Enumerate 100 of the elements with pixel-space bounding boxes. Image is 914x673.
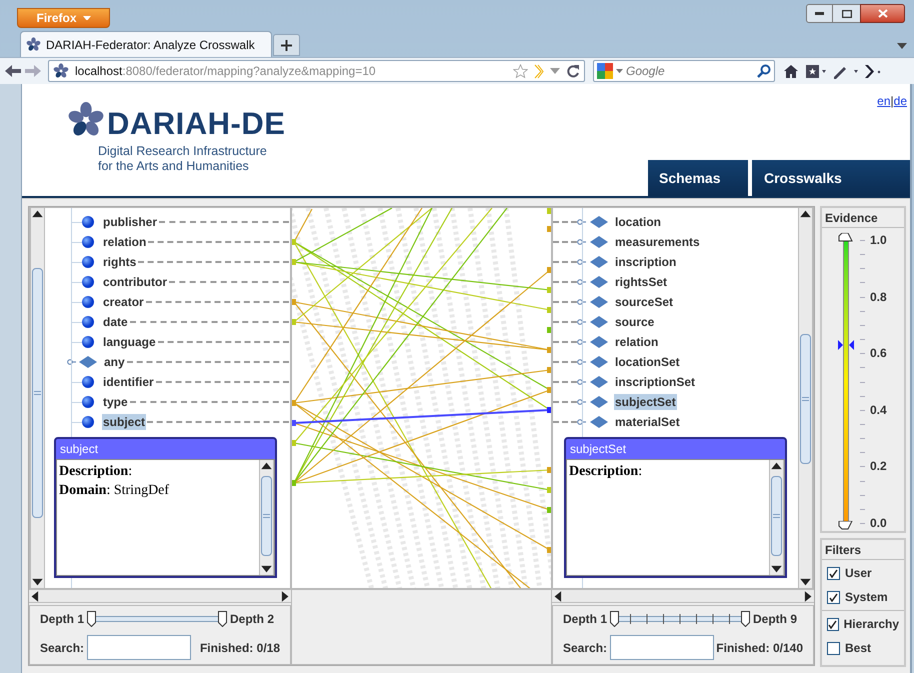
popup-title: subject xyxy=(59,441,100,458)
logo-wordmark: DARIAH-DE xyxy=(107,109,286,139)
tree-item[interactable]: rights xyxy=(102,254,138,270)
tree-item[interactable]: rightsSet xyxy=(614,274,668,290)
tree-item[interactable]: creator xyxy=(102,294,145,310)
search-field[interactable] xyxy=(87,635,192,660)
scrollbar-thumb[interactable] xyxy=(261,476,272,556)
language-separator: | xyxy=(890,93,894,110)
caret-icon xyxy=(82,16,90,20)
dot-icon xyxy=(82,416,94,428)
filter-label: System xyxy=(845,589,888,606)
reload-icon[interactable] xyxy=(566,64,580,78)
home-icon[interactable] xyxy=(783,64,799,78)
depth-slider[interactable] xyxy=(610,611,750,627)
scale-label: 0.2 xyxy=(870,459,887,474)
check-icon xyxy=(829,568,838,578)
evidence-slider[interactable] xyxy=(838,232,854,531)
tree-item[interactable]: sourceSet xyxy=(614,294,674,310)
maximize-button[interactable] xyxy=(833,4,860,23)
checkbox[interactable] xyxy=(827,642,840,654)
search-field[interactable] xyxy=(610,635,714,660)
vertical-scrollbar[interactable] xyxy=(30,208,45,588)
scale-label: 0.4 xyxy=(870,402,887,417)
vertical-scrollbar[interactable] xyxy=(798,208,813,588)
panel-title: Filters xyxy=(822,540,904,560)
browser-tab[interactable]: DARIAH-Federator: Analyze Crosswalk xyxy=(20,31,272,57)
tree-item[interactable]: locationSet xyxy=(614,354,681,370)
slider-thumb[interactable] xyxy=(838,233,853,242)
tree-item[interactable]: inscription xyxy=(614,254,678,270)
tree-item[interactable]: identifier xyxy=(102,374,155,390)
bookmarks-icon[interactable] xyxy=(805,64,827,78)
tree-item[interactable]: inscriptionSet xyxy=(614,374,696,390)
language-link[interactable]: de xyxy=(894,92,907,110)
slider-thumb[interactable] xyxy=(218,611,228,627)
panel-title: Evidence xyxy=(822,208,904,228)
horizontal-scrollbar[interactable] xyxy=(29,589,291,603)
tree-item[interactable]: date xyxy=(102,314,129,330)
connector-icon xyxy=(577,399,586,405)
scrollbar-thumb[interactable] xyxy=(32,268,43,518)
connector-icon xyxy=(577,219,586,225)
search-input[interactable]: Google xyxy=(626,62,754,80)
tree-item[interactable]: subjectSet xyxy=(614,394,677,410)
scrollbar-thumb[interactable] xyxy=(771,476,782,556)
filter-label: User xyxy=(845,565,872,582)
tree-item[interactable]: contributor xyxy=(102,274,168,290)
logo-tagline: Digital Research Infrastructure xyxy=(98,144,268,159)
scrollbar-thumb[interactable] xyxy=(800,334,811,464)
dot-icon xyxy=(82,296,94,308)
checkbox[interactable] xyxy=(827,566,840,580)
tree-item[interactable]: any xyxy=(103,354,126,370)
diamond-icon xyxy=(590,416,608,428)
filter-label: Best xyxy=(845,640,872,657)
tab-list-caret-icon xyxy=(897,43,907,49)
chevron-icon[interactable] xyxy=(863,64,881,78)
vertical-scrollbar[interactable] xyxy=(769,460,784,575)
search-bar[interactable]: Google xyxy=(593,60,775,82)
slider-thumb[interactable] xyxy=(610,611,620,627)
search-icon[interactable] xyxy=(757,64,771,78)
checkbox[interactable] xyxy=(827,590,840,604)
tree-item[interactable]: materialSet xyxy=(614,414,681,430)
dot-icon xyxy=(82,216,94,228)
close-button[interactable] xyxy=(860,4,905,23)
nav-link[interactable]: Schemas xyxy=(648,160,748,196)
tree-item[interactable]: location xyxy=(614,214,662,230)
favicon-icon xyxy=(26,37,41,52)
tree-item[interactable]: measurements xyxy=(614,234,701,250)
tree-item[interactable]: publisher xyxy=(102,214,158,230)
diamond-icon xyxy=(590,236,608,248)
connector-icon xyxy=(67,359,76,365)
popup-text: Domain: StringDef xyxy=(59,482,170,500)
dot-icon xyxy=(82,376,94,388)
tree-item[interactable]: relation xyxy=(102,234,148,250)
tree-item[interactable]: source xyxy=(614,314,656,330)
minimize-button[interactable] xyxy=(806,4,833,23)
plus-icon xyxy=(281,40,292,50)
tree-item[interactable]: subject xyxy=(102,414,146,430)
star-icon[interactable] xyxy=(513,64,528,78)
diamond-icon xyxy=(590,336,608,348)
back-icon[interactable] xyxy=(4,63,22,79)
checkbox[interactable] xyxy=(827,618,839,630)
diamond-icon xyxy=(590,376,608,388)
tree-item[interactable]: language xyxy=(102,334,157,350)
new-tab-button[interactable] xyxy=(273,34,300,56)
tree-item[interactable]: relation xyxy=(614,334,660,350)
horizontal-scrollbar[interactable] xyxy=(552,589,814,603)
slider-thumb[interactable] xyxy=(838,521,853,530)
diamond-icon xyxy=(590,216,608,228)
tree-item[interactable]: type xyxy=(102,394,129,410)
connector-icon xyxy=(577,239,586,245)
slider-thumb[interactable] xyxy=(87,611,96,627)
vertical-scrollbar[interactable] xyxy=(259,460,274,575)
language-link[interactable]: en xyxy=(877,92,891,110)
popup-title: subjectSet xyxy=(569,441,628,458)
depth-slider[interactable] xyxy=(87,611,228,627)
diamond-icon xyxy=(79,356,97,368)
address-bar[interactable]: localhost:8080/federator/mapping?analyze&mapping=10 xyxy=(48,60,585,82)
dot-icon xyxy=(82,316,94,328)
connector-icon xyxy=(577,419,586,425)
slider-thumb[interactable] xyxy=(741,611,750,627)
threshold-marker[interactable] xyxy=(838,340,854,350)
